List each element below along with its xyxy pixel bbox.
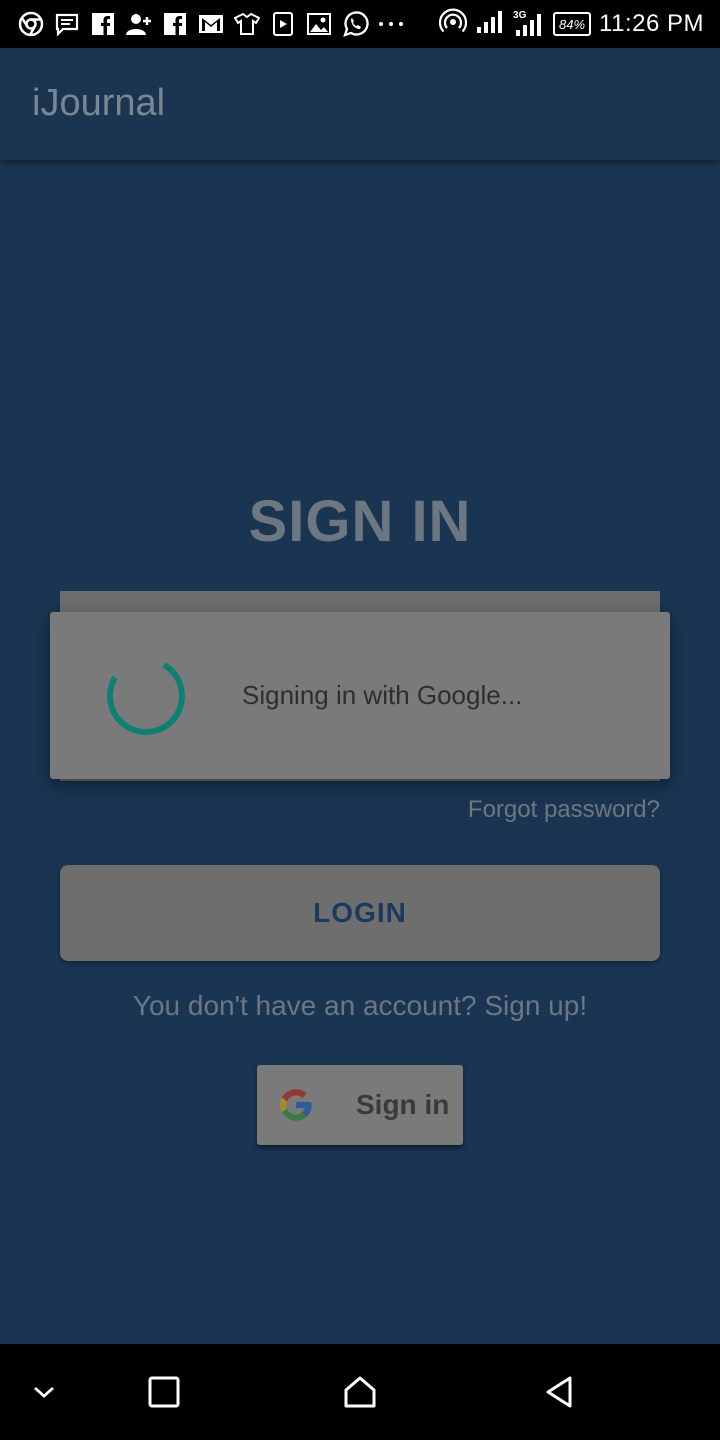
login-button[interactable]: LOGIN — [60, 865, 660, 961]
status-clock: 11:26 PM — [599, 10, 704, 37]
add-contact-icon — [124, 10, 154, 38]
forgot-password-link[interactable]: Forgot password? — [468, 796, 660, 824]
google-g-icon — [280, 1089, 312, 1121]
loading-spinner-icon — [107, 657, 185, 735]
signup-link[interactable]: You don't have an account? Sign up! — [0, 990, 720, 1022]
chrome-icon — [16, 10, 46, 38]
notification-icons — [16, 10, 406, 38]
status-bar: 3G 84% 11:26 PM — [0, 0, 720, 48]
play-store-icon — [268, 10, 298, 38]
shirt-icon — [232, 10, 262, 38]
app-title: iJournal — [32, 82, 166, 124]
more-dots-icon — [376, 10, 406, 38]
gmail-icon — [196, 10, 226, 38]
system-status: 3G 84% 11:26 PM — [438, 8, 704, 41]
message-icon — [52, 10, 82, 38]
whatsapp-icon — [340, 10, 370, 38]
login-button-label: LOGIN — [313, 897, 407, 928]
google-sign-in-button[interactable]: Sign in — [257, 1065, 463, 1145]
hotspot-icon — [438, 8, 468, 41]
chevron-down-icon[interactable] — [20, 1368, 68, 1416]
signal-icon — [475, 9, 505, 40]
image-icon — [304, 10, 334, 38]
battery-indicator: 84% — [553, 12, 592, 36]
app-bar: iJournal — [0, 48, 720, 160]
facebook-icon — [160, 10, 190, 38]
facebook-icon — [88, 10, 118, 38]
signal-3g-icon: 3G — [513, 10, 545, 38]
progress-dialog: Signing in with Google... — [50, 612, 670, 779]
recents-icon[interactable] — [140, 1368, 188, 1416]
google-sign-in-label: Sign in — [356, 1089, 450, 1120]
home-icon[interactable] — [336, 1368, 384, 1416]
page-title: SIGN IN — [248, 489, 472, 554]
back-icon[interactable] — [536, 1368, 584, 1416]
progress-message: Signing in with Google... — [242, 680, 523, 710]
navigation-bar — [0, 1344, 720, 1440]
